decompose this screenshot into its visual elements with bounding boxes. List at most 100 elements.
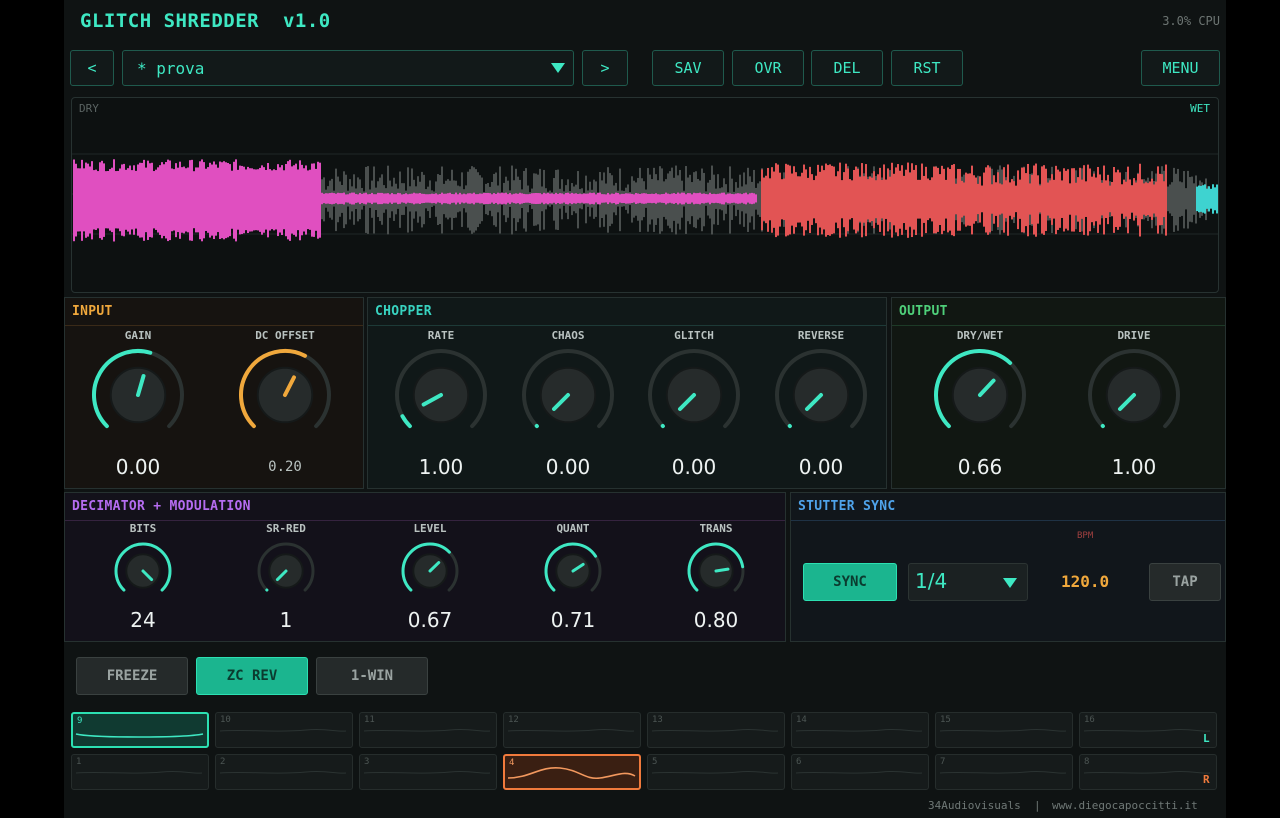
overwrite-button[interactable]: OVR [732, 50, 804, 86]
knob-value: 0.20 [268, 459, 302, 475]
knob-pointer [714, 567, 730, 573]
knob-value-arc [400, 414, 412, 429]
slot-3[interactable]: 3 [359, 754, 497, 790]
slot-envelope [507, 767, 636, 780]
slot-1[interactable]: 1 [71, 754, 209, 790]
slot-2[interactable]: 2 [215, 754, 353, 790]
plugin-title: GLITCH SHREDDER v1.0 [80, 10, 331, 32]
knob-bits[interactable]: BITS 24 [83, 520, 203, 638]
knob-rate[interactable]: RATE 1.00 [381, 327, 501, 485]
knob-dial[interactable] [1086, 347, 1182, 443]
knob-value: 1.00 [1111, 455, 1157, 479]
slot-envelope [651, 728, 779, 732]
knob-dial[interactable] [773, 347, 869, 443]
slot-envelope [363, 770, 491, 774]
slot-4[interactable]: 4 [503, 754, 641, 790]
knob-dial[interactable] [393, 347, 489, 443]
save-button[interactable]: SAV [652, 50, 724, 86]
knob-level[interactable]: LEVEL 0.67 [370, 520, 490, 638]
knob-reverse[interactable]: REVERSE 0.00 [761, 327, 881, 485]
slot-envelope [219, 728, 347, 732]
knob-glitch[interactable]: GLITCH 0.00 [634, 327, 754, 485]
slot-10[interactable]: 10 [215, 712, 353, 748]
slot-envelope [75, 770, 203, 774]
knob-dial[interactable] [685, 540, 747, 602]
knob-label: BITS [129, 522, 157, 535]
slot-envelope [1083, 728, 1211, 732]
knob-sr-red[interactable]: SR-RED 1 [226, 520, 346, 638]
slot-12[interactable]: 12 [503, 712, 641, 748]
channel-left-label: L [1203, 732, 1210, 745]
waveform-graph [72, 153, 1218, 242]
division-select[interactable]: 1/4 [908, 563, 1028, 601]
knob-label: GLITCH [674, 329, 714, 342]
slot-6[interactable]: 6 [791, 754, 929, 790]
menu-button[interactable]: MENU [1141, 50, 1220, 86]
knob-dial[interactable] [399, 540, 461, 602]
slot-13[interactable]: 13 [647, 712, 785, 748]
delete-button[interactable]: DEL [811, 50, 883, 86]
knob-dial[interactable] [932, 347, 1028, 443]
slot-envelope [795, 728, 923, 732]
knob-quant[interactable]: QUANT 0.71 [513, 520, 633, 638]
knob-dc-offset[interactable]: DC OFFSET 0.20 [225, 327, 345, 485]
channel-right-label: R [1203, 773, 1210, 786]
sync-button[interactable]: SYNC [803, 563, 897, 601]
slot-15[interactable]: 15 [935, 712, 1073, 748]
knob-value: 0.00 [671, 455, 717, 479]
knob-label: GAIN [124, 329, 152, 342]
knob-gain[interactable]: GAIN 0.00 [78, 327, 198, 485]
knob-label: LEVEL [413, 522, 447, 535]
slot-envelope [75, 733, 204, 738]
knob-drive[interactable]: DRIVE 1.00 [1074, 327, 1194, 485]
zc-rev-toggle[interactable]: ZC REV [196, 657, 308, 695]
knob-trans[interactable]: TRANS 0.80 [656, 520, 776, 638]
prev-preset-button[interactable]: < [70, 50, 114, 86]
slot-envelope [795, 770, 923, 774]
one-window-toggle[interactable]: 1-WIN [316, 657, 428, 695]
knob-value: 24 [130, 608, 156, 632]
knob-chaos[interactable]: CHAOS 0.00 [508, 327, 628, 485]
knob-dial[interactable] [520, 347, 616, 443]
freeze-toggle[interactable]: FREEZE [76, 657, 188, 695]
knob-dial[interactable] [90, 347, 186, 443]
knob-dry-wet[interactable]: DRY/WET 0.66 [920, 327, 1040, 485]
slot-7[interactable]: 7 [935, 754, 1073, 790]
output-panel-title: OUTPUT [892, 298, 1225, 326]
preset-selector[interactable]: * prova [122, 50, 574, 86]
cpu-usage: 3.0% CPU [1162, 14, 1220, 28]
knob-dial[interactable] [646, 347, 742, 443]
knob-dial[interactable] [112, 540, 174, 602]
knob-value: 0.71 [550, 608, 596, 632]
knob-label: QUANT [556, 522, 590, 535]
stutter-panel: STUTTER SYNC BPM SYNC 1/4 120.0 TAP [790, 492, 1226, 642]
slot-envelope [939, 728, 1067, 732]
knob-value: 1 [279, 608, 293, 632]
knob-dial[interactable] [237, 347, 333, 443]
knob-dial[interactable] [255, 540, 317, 602]
slot-5[interactable]: 5 [647, 754, 785, 790]
slot-envelope [939, 770, 1067, 774]
knob-value: 0.00 [798, 455, 844, 479]
slot-envelope [363, 728, 491, 732]
knob-value: 0.00 [545, 455, 591, 479]
next-preset-button[interactable]: > [582, 50, 628, 86]
slot-16[interactable]: 16 [1079, 712, 1217, 748]
bpm-value: 120.0 [1061, 572, 1110, 591]
knob-label: REVERSE [797, 329, 845, 342]
slot-8[interactable]: 8 [1079, 754, 1217, 790]
footer-credit: 34Audiovisuals [928, 799, 1021, 812]
knob-label: DRY/WET [956, 329, 1004, 342]
footer-url: www.diegocapoccitti.it [1052, 799, 1198, 812]
knob-value: 0.80 [693, 608, 739, 632]
slot-9[interactable]: 9 [71, 712, 209, 748]
knob-value: 1.00 [418, 455, 464, 479]
preset-name: * prova [137, 58, 205, 78]
division-value: 1/4 [915, 569, 948, 593]
slot-14[interactable]: 14 [791, 712, 929, 748]
reset-button[interactable]: RST [891, 50, 963, 86]
knob-dial[interactable] [542, 540, 604, 602]
tap-tempo-button[interactable]: TAP [1149, 563, 1221, 601]
dry-label: DRY [79, 102, 99, 115]
slot-11[interactable]: 11 [359, 712, 497, 748]
